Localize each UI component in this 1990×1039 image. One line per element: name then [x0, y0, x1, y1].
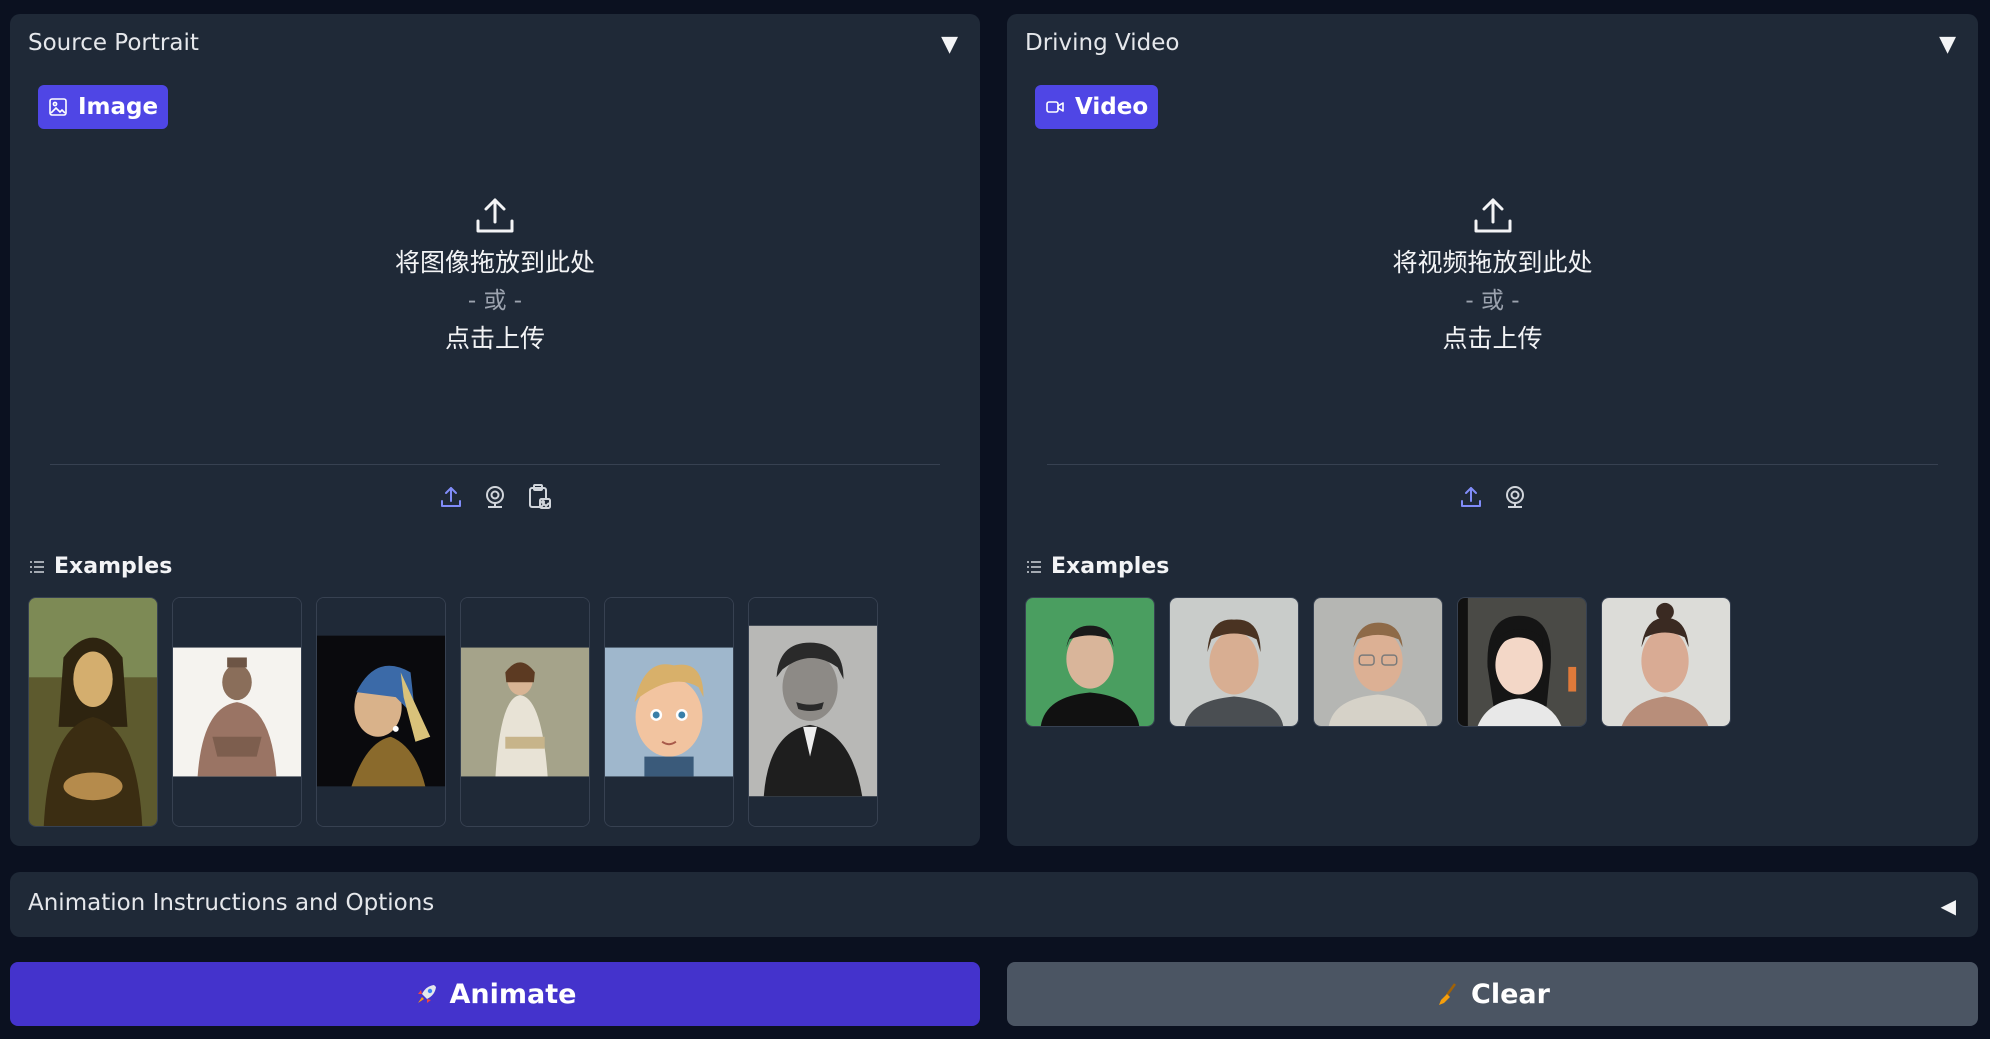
- animate-button-label: Animate: [449, 978, 577, 1010]
- example-thumbnail-man-green[interactable]: [1025, 597, 1155, 727]
- expand-arrow-icon[interactable]: ◀: [1941, 894, 1956, 918]
- source-toolbar: [10, 482, 980, 512]
- driving-video-panel: Driving Video ▼ Video 将视频拖放到此处 - 或 - 点击上…: [1007, 14, 1978, 846]
- upload-icon[interactable]: [1456, 482, 1486, 512]
- source-portrait-panel: Source Portrait ▼ Image 将图像拖放到此处 - 或 - 点…: [10, 14, 980, 846]
- clear-button-label: Clear: [1471, 978, 1550, 1010]
- rocket-icon: [417, 985, 436, 1003]
- video-badge-label: Video: [1075, 94, 1149, 120]
- collapse-arrow-icon[interactable]: ▼: [941, 32, 958, 57]
- divider: [1047, 464, 1938, 465]
- example-thumbnail-woman-dark-hair[interactable]: [1457, 597, 1587, 727]
- upload-icon: [476, 198, 514, 233]
- animate-button[interactable]: Animate: [10, 962, 980, 1026]
- animation-options-title: Animation Instructions and Options: [28, 890, 435, 916]
- webcam-icon[interactable]: [1500, 482, 1530, 512]
- example-thumbnail-mona-lisa[interactable]: [28, 597, 158, 827]
- list-icon: [30, 560, 44, 573]
- animation-options-accordion[interactable]: Animation Instructions and Options ◀: [10, 872, 1978, 937]
- divider: [50, 464, 940, 465]
- clear-button[interactable]: Clear: [1007, 962, 1978, 1026]
- example-thumbnail-cartoon-boy[interactable]: [604, 597, 734, 827]
- upload-icon: [1474, 198, 1511, 233]
- example-thumbnail-painting-girl[interactable]: [460, 597, 590, 827]
- example-thumbnail-einstein[interactable]: [748, 597, 878, 827]
- source-portrait-title: Source Portrait: [28, 30, 199, 56]
- examples-label: Examples: [28, 554, 172, 579]
- clipboard-icon[interactable]: [524, 482, 554, 512]
- upload-icon[interactable]: [436, 482, 466, 512]
- driving-examples-gallery: [1025, 597, 1731, 727]
- image-badge-label: Image: [78, 94, 159, 120]
- broom-icon: [1439, 983, 1457, 1005]
- video-drop-zone[interactable]: 将视频拖放到此处 - 或 - 点击上传: [1007, 194, 1978, 358]
- example-thumbnail-terracotta[interactable]: [172, 597, 302, 827]
- video-type-badge: Video: [1035, 85, 1159, 129]
- list-icon: [1027, 560, 1041, 573]
- drop-main-text: 将视频拖放到此处: [1392, 248, 1593, 277]
- drop-click-text: 点击上传: [1442, 324, 1543, 353]
- webcam-icon[interactable]: [480, 482, 510, 512]
- examples-label-text: Examples: [1051, 554, 1170, 579]
- drop-main-text: 将图像拖放到此处: [394, 248, 595, 277]
- image-drop-zone[interactable]: 将图像拖放到此处 - 或 - 点击上传: [10, 194, 980, 358]
- examples-label: Examples: [1025, 554, 1169, 579]
- example-thumbnail-pearl-earring[interactable]: [316, 597, 446, 827]
- driving-toolbar: [1007, 482, 1978, 512]
- example-thumbnail-man-brown-hair[interactable]: [1169, 597, 1299, 727]
- source-examples-gallery: [28, 597, 878, 827]
- drop-or-text: - 或 -: [467, 288, 523, 314]
- drop-click-text: 点击上传: [444, 324, 545, 353]
- examples-label-text: Examples: [54, 554, 173, 579]
- example-thumbnail-man-glasses[interactable]: [1313, 597, 1443, 727]
- collapse-arrow-icon[interactable]: ▼: [1939, 32, 1956, 57]
- example-thumbnail-woman-bun[interactable]: [1601, 597, 1731, 727]
- drop-or-text: - 或 -: [1465, 288, 1520, 314]
- driving-video-title: Driving Video: [1025, 30, 1180, 56]
- video-icon: [1046, 101, 1064, 113]
- image-type-badge: Image: [38, 85, 169, 129]
- image-icon: [49, 98, 67, 116]
